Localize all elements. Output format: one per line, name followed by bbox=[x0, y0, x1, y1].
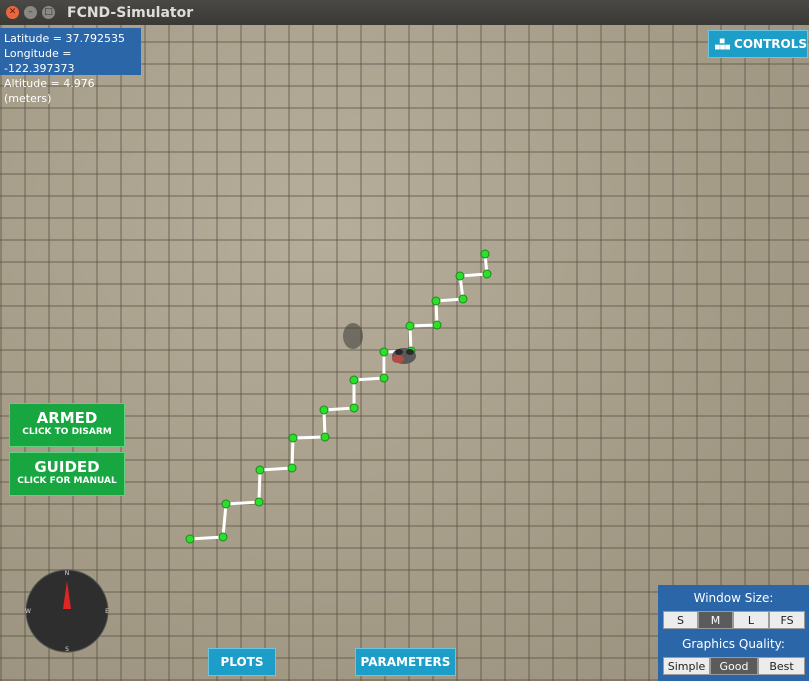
waypoint-marker bbox=[379, 373, 389, 383]
waypoint-marker bbox=[432, 320, 442, 330]
window-size-s[interactable]: S bbox=[663, 611, 698, 629]
waypoint-marker bbox=[288, 433, 298, 443]
plots-button[interactable]: PLOTS bbox=[208, 648, 276, 676]
waypoint-marker bbox=[455, 271, 465, 281]
compass-s: S bbox=[65, 646, 69, 653]
drone-icon bbox=[343, 323, 416, 364]
waypoint-marker bbox=[480, 249, 490, 259]
waypoint-marker bbox=[482, 269, 492, 279]
waypoint-marker bbox=[379, 347, 389, 357]
armed-title: ARMED bbox=[36, 409, 98, 427]
armed-button[interactable]: ARMED CLICK TO DISARM bbox=[9, 403, 125, 447]
waypoint-marker bbox=[218, 532, 228, 542]
waypoint-marker bbox=[320, 432, 330, 442]
longitude-readout: Longitude = -122.397373 bbox=[4, 47, 75, 75]
path-segment bbox=[189, 253, 489, 541]
quality-best[interactable]: Best bbox=[758, 657, 805, 675]
waypoint-marker bbox=[405, 321, 415, 331]
controls-label: CONTROLS bbox=[734, 37, 807, 51]
waypoints bbox=[185, 249, 492, 544]
waypoint-marker bbox=[458, 294, 468, 304]
waypoint-marker bbox=[431, 296, 441, 306]
graphics-quality-label: Graphics Quality: bbox=[682, 637, 785, 651]
compass-n: N bbox=[65, 570, 70, 577]
telemetry-panel: Latitude = 37.792535 Longitude = -122.39… bbox=[0, 28, 141, 105]
waypoint-marker bbox=[255, 465, 265, 475]
keyboard-icon bbox=[715, 38, 731, 50]
window-size-fs[interactable]: FS bbox=[769, 611, 805, 629]
window-size-l[interactable]: L bbox=[733, 611, 769, 629]
close-icon[interactable]: ✕ bbox=[6, 6, 19, 19]
window-size-label: Window Size: bbox=[693, 591, 774, 605]
guided-button[interactable]: GUIDED CLICK FOR MANUAL bbox=[9, 452, 125, 496]
window-size-m[interactable]: M bbox=[698, 611, 733, 629]
path-lines bbox=[189, 253, 489, 541]
controls-button[interactable]: CONTROLS bbox=[708, 30, 808, 58]
waypoint-marker bbox=[319, 405, 329, 415]
maximize-icon[interactable]: □ bbox=[42, 6, 55, 19]
waypoint-marker bbox=[349, 375, 359, 385]
title-bar: ✕ – □ FCND-Simulator bbox=[0, 0, 809, 25]
latitude-readout: Latitude = 37.792535 bbox=[4, 32, 125, 45]
waypoint-marker bbox=[221, 499, 231, 509]
compass-e: E bbox=[105, 608, 109, 615]
waypoint-marker bbox=[254, 497, 264, 507]
minimize-icon[interactable]: – bbox=[24, 6, 37, 19]
waypoint-marker bbox=[349, 403, 359, 413]
waypoint-marker bbox=[287, 463, 297, 473]
settings-panel: Window Size: S M L FS Graphics Quality: … bbox=[658, 585, 809, 681]
guided-title: GUIDED bbox=[34, 458, 100, 476]
guided-subtitle: CLICK FOR MANUAL bbox=[17, 476, 117, 486]
parameters-button[interactable]: PARAMETERS bbox=[355, 648, 456, 676]
flight-path bbox=[185, 249, 492, 544]
armed-subtitle: CLICK TO DISARM bbox=[22, 427, 112, 437]
compass: N S E W bbox=[25, 569, 109, 653]
quality-good[interactable]: Good bbox=[710, 657, 758, 675]
compass-w: W bbox=[25, 608, 31, 615]
window-title: FCND-Simulator bbox=[67, 4, 194, 21]
altitude-readout: Altitude = 4.976 (meters) bbox=[4, 77, 95, 105]
quality-simple[interactable]: Simple bbox=[663, 657, 710, 675]
waypoint-marker bbox=[185, 534, 195, 544]
